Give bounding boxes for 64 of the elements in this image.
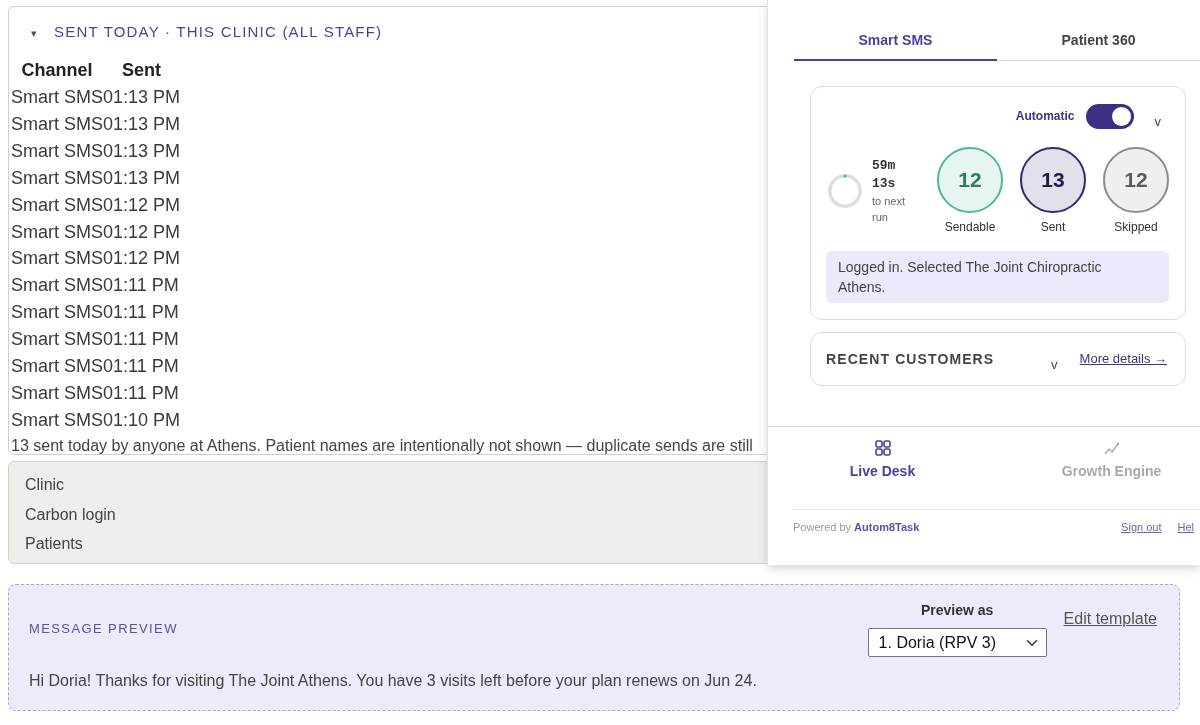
sign-out-link[interactable]: Sign out [1121, 518, 1162, 536]
table-cell-text: 01:13 PM [103, 112, 181, 136]
table-cell-text: Smart SMS [11, 220, 103, 244]
tab[interactable]: Patient 360 [997, 0, 1200, 61]
table-cell-text: 01:12 PM [103, 247, 181, 271]
table-cell-text: 01:11 PM [103, 381, 180, 405]
details-summary[interactable]: Clinic [25, 470, 65, 500]
table-cell-text: 01:11 PM [103, 274, 180, 298]
details-summary[interactable]: Carbon login [25, 499, 116, 529]
details-summary[interactable]: Patients [25, 529, 83, 559]
table-cell-text: Smart SMS [11, 247, 103, 271]
section-label: MESSAGE PREVIEW [29, 619, 178, 638]
grid-icon [874, 440, 891, 456]
table-cell-text: Smart SMS [11, 274, 103, 298]
table-cell-text: 01:12 PM [103, 193, 181, 217]
table-cell-text: 01:13 PM [103, 86, 181, 109]
stat-count: 12 [937, 147, 1003, 213]
stat-count: 13 [1020, 147, 1086, 213]
stat-label: Sent [1040, 219, 1066, 235]
table-footnote: 13 sent today by anyone at Athens. Patient names are intentionally not shown — duplicate sends are still [11, 435, 753, 456]
edit-template-link[interactable]: Edit template [1063, 607, 1157, 631]
table-cell-text: Smart SMS [11, 139, 103, 163]
table-cell-text: Smart SMS [11, 408, 103, 432]
table-cell-text: Smart SMS [11, 328, 103, 352]
table-cell-text: 01:10 PM [103, 408, 181, 432]
table-cell-text: 01:13 PM [103, 139, 181, 163]
status-message: Logged in. Selected The Joint Chiropractic Athens. [826, 251, 1169, 303]
table-cell-text: Smart SMS [11, 381, 103, 405]
table-cell-text: Smart SMS [11, 301, 103, 325]
trend-line-icon [1103, 440, 1120, 456]
nav-button[interactable]: Live Desk [768, 427, 997, 481]
table-cell-text: Smart SMS [11, 193, 103, 217]
chevron-icon[interactable]: v [1154, 115, 1161, 129]
more-details-link[interactable]: More details → [1079, 349, 1167, 369]
stat-label: Sendable [944, 219, 996, 235]
table-cell-text: 01:13 PM [103, 166, 181, 190]
caret-icon[interactable]: ▾ [31, 27, 37, 39]
preview-as-label: Preview as [920, 601, 994, 620]
column-header: Sent [121, 59, 163, 82]
stat-count: 12 [1103, 147, 1169, 213]
column-header: Channel [20, 59, 94, 82]
table-cell-text: Smart SMS [11, 355, 103, 379]
table-cell-text: Smart SMS [11, 166, 103, 190]
brand-link[interactable]: Autom8Task [854, 518, 920, 536]
chevron-icon[interactable]: v [1051, 358, 1058, 372]
countdown-caption: to next run [872, 194, 907, 225]
message-text: Hi Doria! Thanks for visiting The Joint Athens. You have 3 visits left before your plan renews on Jun 24. [29, 671, 758, 691]
table-cell-text: 01:11 PM [103, 355, 180, 379]
help-link[interactable]: Hel [1177, 518, 1194, 536]
table-cell-text: Smart SMS [11, 112, 103, 136]
table-cell-text: 01:11 PM [103, 301, 180, 325]
tab[interactable]: Smart SMS [794, 0, 997, 61]
countdown-ring-icon [828, 174, 862, 208]
powered-by-text: Powered by [793, 519, 852, 535]
stat-label: Skipped [1114, 219, 1158, 235]
automatic-toggle[interactable] [1085, 103, 1134, 129]
preview-select[interactable]: 1. Doria (RPV 3) [867, 628, 1047, 657]
countdown-time: 59m 13s [872, 157, 897, 193]
automatic-label: Automatic [1015, 108, 1075, 125]
section-title: RECENT CUSTOMERS [826, 349, 995, 369]
section-title: SENT TODAY · THIS CLINIC (ALL STAFF) [54, 23, 383, 40]
table-cell-text: Smart SMS [11, 86, 103, 109]
table-cell-text: 01:11 PM [103, 328, 180, 352]
table-cell-text: 01:12 PM [103, 220, 181, 244]
